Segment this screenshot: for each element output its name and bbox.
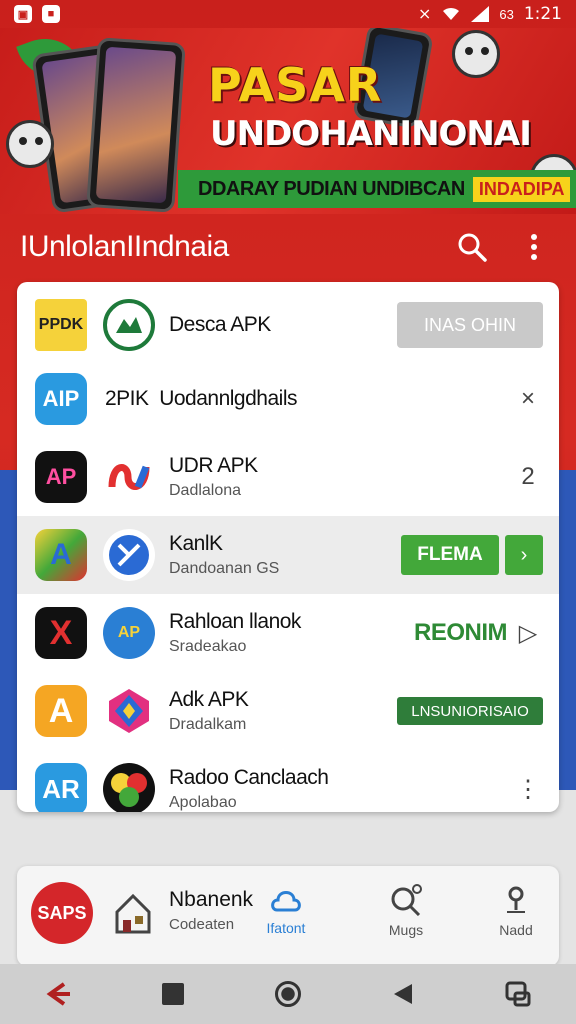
home-icon[interactable] bbox=[113, 890, 153, 936]
action-icon[interactable]: 2 bbox=[513, 463, 543, 491]
card-subtitle: Codeaten bbox=[169, 916, 235, 933]
app-subtitle: Sradeakao bbox=[169, 638, 247, 655]
list-item[interactable]: AIP 2PIK Uodannlgdhails × bbox=[17, 360, 559, 438]
banner-title: PASAR bbox=[208, 58, 383, 112]
chevron-right-icon[interactable]: › bbox=[505, 535, 543, 575]
nav-item-search[interactable]: Mugs bbox=[371, 884, 441, 938]
nav-label: Mugs bbox=[388, 922, 424, 938]
open-button[interactable]: FLEMA bbox=[401, 535, 499, 575]
close-icon[interactable]: × bbox=[513, 385, 543, 413]
search-icon[interactable] bbox=[450, 225, 494, 269]
app-icon: A bbox=[35, 685, 87, 737]
install-button[interactable]: INAS OHIN bbox=[397, 302, 543, 348]
bottom-card: SAPS Nbanenk Codeaten Ifatont Mugs Nadd bbox=[17, 866, 559, 966]
app-title: UDR APK bbox=[169, 454, 258, 477]
play-icon[interactable]: ▷ bbox=[513, 619, 543, 648]
app-badge-icon: AP bbox=[103, 607, 155, 659]
location-icon bbox=[507, 886, 525, 913]
app-subtitle: Dandoanan GS bbox=[169, 560, 280, 577]
mascot-graphic bbox=[6, 120, 54, 168]
app-icon: A bbox=[35, 529, 87, 581]
app-icon: AP bbox=[35, 451, 87, 503]
app-title: Desca APK bbox=[169, 313, 271, 336]
nav-label: Nadd bbox=[499, 922, 533, 938]
recents-icon[interactable] bbox=[153, 974, 193, 1014]
battery-level: 63 bbox=[499, 6, 514, 22]
mute-icon: ⨯ bbox=[417, 6, 432, 23]
app-title: Radoo Canclaach bbox=[169, 766, 329, 789]
app-title: KanlK bbox=[169, 532, 223, 555]
app-logo[interactable]: SAPS bbox=[31, 882, 93, 944]
phone-image bbox=[86, 37, 186, 213]
more-vert-icon[interactable] bbox=[512, 225, 556, 269]
page-title: IUnlolanIIndnaia bbox=[20, 230, 229, 263]
nav-label: Ifatont bbox=[266, 920, 306, 936]
app-icon: AR bbox=[35, 763, 87, 812]
app-badge-icon bbox=[103, 299, 155, 351]
banner-subtitle: UNDOHANINONAI bbox=[210, 114, 532, 154]
app-icon: AIP bbox=[35, 373, 87, 425]
banner-strip-text: DDARAY PUDIAN UNDIBCAN bbox=[198, 177, 465, 200]
app-icon: PPDK bbox=[35, 299, 87, 351]
app-subtitle: Dradalkam bbox=[169, 716, 247, 733]
mascot-graphic bbox=[452, 30, 500, 78]
app-badge-icon bbox=[103, 763, 155, 812]
action-button[interactable]: LNSUNIORISAIO bbox=[397, 697, 543, 725]
wifi-icon bbox=[443, 7, 460, 20]
accessibility-icon[interactable] bbox=[498, 974, 538, 1014]
app-badge-icon bbox=[103, 529, 155, 581]
promo-banner[interactable]: PASAR UNDOHANINONAI DDARAY PUDIAN UNDIBC… bbox=[0, 28, 576, 214]
action-link[interactable]: REONIM bbox=[414, 619, 508, 647]
app-subtitle: Dadlalona bbox=[169, 482, 242, 499]
list-item[interactable]: AP UDR APK Dadlalona 2 bbox=[17, 438, 559, 516]
clock: 1:21 bbox=[523, 4, 562, 24]
app-icon: X bbox=[35, 607, 87, 659]
nav-item-location[interactable]: Nadd bbox=[481, 884, 551, 938]
system-nav-bar bbox=[0, 964, 576, 1024]
list-item[interactable]: A Adk APK Dradalkam LNSUNIORISAIO bbox=[17, 672, 559, 750]
back-triangle-icon[interactable] bbox=[383, 974, 423, 1014]
app-bar: IUnlolanIIndnaia bbox=[0, 214, 576, 280]
cloud-icon bbox=[271, 891, 301, 912]
card-title: Nbanenk bbox=[169, 888, 254, 911]
app-title: Rahloan llanok bbox=[169, 610, 301, 633]
nav-item-latest[interactable]: Ifatont bbox=[251, 884, 321, 936]
notification-icon-2: ■ bbox=[42, 5, 60, 23]
status-bar: ▣ ■ ⨯ 63 1:21 bbox=[0, 0, 576, 28]
list-item[interactable]: X AP Rahloan llanok Sradeakao REONIM ▷ bbox=[17, 594, 559, 672]
home-button-icon[interactable] bbox=[268, 974, 308, 1014]
banner-strip-badge: INDADIPA bbox=[472, 176, 571, 202]
app-title: Adk APK bbox=[169, 688, 249, 711]
search-icon bbox=[391, 884, 422, 916]
app-badge-icon bbox=[103, 451, 155, 503]
app-title: Uodannlgdhails bbox=[159, 387, 297, 410]
app-subtitle: Apolabao bbox=[169, 794, 237, 811]
app-list: PPDK Desca APK INAS OHIN AIP 2PIK Uodann… bbox=[17, 282, 559, 812]
notification-icon: ▣ bbox=[14, 5, 32, 23]
banner-strip: DDARAY PUDIAN UNDIBCAN INDADIPA bbox=[178, 170, 576, 208]
list-item[interactable]: A KanlK Dandoanan GS FLEMA › bbox=[17, 516, 559, 594]
list-item[interactable]: AR Radoo Canclaach Apolabao ⋮ bbox=[17, 750, 559, 812]
app-tag: 2PIK bbox=[105, 387, 149, 410]
list-item[interactable]: PPDK Desca APK INAS OHIN bbox=[17, 286, 559, 364]
back-arrow-icon[interactable] bbox=[38, 974, 78, 1014]
signal-icon bbox=[471, 6, 490, 22]
app-badge-icon bbox=[103, 685, 155, 737]
more-vert-icon[interactable]: ⋮ bbox=[513, 775, 543, 804]
